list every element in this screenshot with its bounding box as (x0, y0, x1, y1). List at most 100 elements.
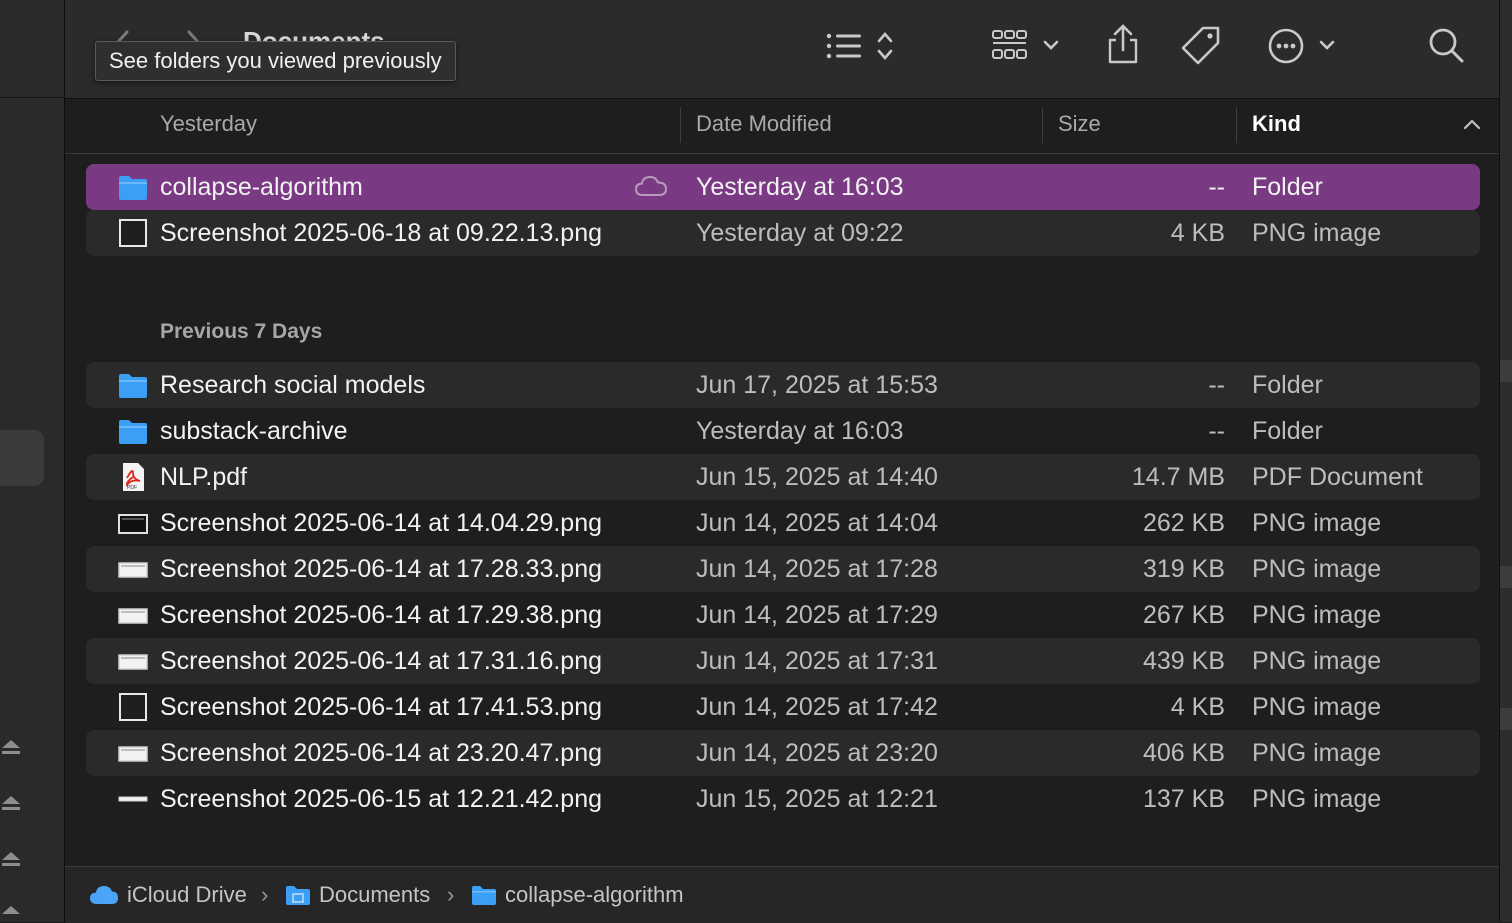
file-size: 262 KB (1142, 509, 1225, 537)
file-row[interactable]: Screenshot 2025-06-14 at 17.41.53.png Ju… (86, 684, 1480, 730)
path-item-label: collapse-algorithm (505, 882, 684, 907)
file-date: Yesterday at 16:03 (696, 417, 904, 445)
icloud-icon (90, 886, 118, 904)
finder-window: Documents (65, 0, 1499, 923)
icloud-status-icon (634, 175, 668, 196)
file-name: Screenshot 2025-06-14 at 17.29.38.png (160, 601, 603, 629)
back-tooltip: See folders you viewed previously (95, 41, 456, 81)
share-icon[interactable] (1105, 24, 1141, 66)
file-kind: PNG image (1252, 647, 1382, 675)
column-separator[interactable] (680, 107, 681, 143)
file-kind: PNG image (1252, 219, 1382, 247)
background-mark (1500, 708, 1512, 730)
list-view-icon[interactable] (825, 30, 905, 62)
file-name: Screenshot 2025-06-14 at 14.04.29.png (160, 509, 603, 537)
file-row[interactable]: PDF NLP.pdf Jun 15, 2025 at 14:40 14.7 M… (86, 454, 1480, 500)
file-row[interactable]: Screenshot 2025-06-14 at 17.29.38.png Ju… (86, 592, 1480, 638)
file-row[interactable]: Screenshot 2025-06-14 at 17.31.16.png Ju… (86, 638, 1480, 684)
file-row[interactable]: Screenshot 2025-06-14 at 14.04.29.png Ju… (86, 500, 1480, 546)
file-row[interactable]: collapse-algorithm Yesterday at 16:03 --… (86, 164, 1480, 210)
eject-icon[interactable] (0, 794, 22, 812)
file-date: Jun 14, 2025 at 17:29 (696, 601, 938, 629)
image-blank-icon (119, 219, 147, 247)
eject-icon[interactable] (0, 850, 22, 868)
file-size: 4 KB (1170, 219, 1225, 247)
file-date: Jun 14, 2025 at 17:42 (696, 693, 938, 721)
path-item-collapse-algorithm[interactable]: collapse-algorithm (471, 867, 684, 923)
file-date: Jun 17, 2025 at 15:53 (696, 371, 938, 399)
file-name: substack-archive (160, 417, 348, 445)
sidebar (0, 0, 65, 922)
column-header: Yesterday Date Modified Size Kind (65, 99, 1499, 154)
file-name: collapse-algorithm (160, 173, 363, 201)
column-date-header[interactable]: Date Modified (696, 99, 832, 153)
file-date: Jun 14, 2025 at 14:04 (696, 509, 938, 537)
column-separator[interactable] (1236, 107, 1237, 143)
sidebar-selected-item[interactable] (0, 430, 44, 486)
column-separator[interactable] (1042, 107, 1043, 143)
file-row[interactable]: Screenshot 2025-06-15 at 12.21.42.png Ju… (86, 776, 1480, 822)
eject-icon[interactable] (0, 738, 22, 756)
file-row[interactable]: Screenshot 2025-06-14 at 17.28.33.png Ju… (86, 546, 1480, 592)
more-icon[interactable] (1267, 26, 1339, 66)
file-kind: PNG image (1252, 785, 1382, 813)
file-name: Screenshot 2025-06-14 at 23.20.47.png (160, 739, 603, 767)
column-size-header[interactable]: Size (1058, 99, 1101, 153)
file-size: 406 KB (1142, 739, 1225, 767)
image-light-icon (118, 746, 148, 762)
file-date: Jun 14, 2025 at 17:31 (696, 647, 938, 675)
path-item-icloud-drive[interactable]: iCloud Drive (89, 867, 247, 923)
file-size: -- (1208, 371, 1225, 399)
file-size: 319 KB (1142, 555, 1225, 583)
file-date: Jun 14, 2025 at 17:28 (696, 555, 938, 583)
image-light-icon (118, 654, 148, 670)
file-name: NLP.pdf (160, 463, 248, 491)
image-blank-icon (119, 693, 147, 721)
search-icon[interactable] (1427, 26, 1465, 64)
file-kind: PDF Document (1252, 463, 1423, 491)
pdf-icon: PDF (123, 463, 144, 491)
eject-icon[interactable] (0, 904, 22, 922)
file-row[interactable]: Screenshot 2025-06-18 at 09.22.13.png Ye… (86, 210, 1480, 256)
file-date: Yesterday at 09:22 (696, 219, 904, 247)
file-date: Jun 14, 2025 at 23:20 (696, 739, 938, 767)
folder-icon (119, 374, 147, 398)
image-strip-icon (118, 796, 148, 802)
file-size: 4 KB (1170, 693, 1225, 721)
file-row[interactable]: Research social models Jun 17, 2025 at 1… (86, 362, 1480, 408)
file-kind: PNG image (1252, 509, 1382, 537)
background-window-edge (1499, 0, 1512, 922)
file-date: Jun 15, 2025 at 12:21 (696, 785, 938, 813)
path-item-documents[interactable]: Documents (285, 867, 430, 923)
file-kind: PNG image (1252, 693, 1382, 721)
file-date: Jun 15, 2025 at 14:40 (696, 463, 938, 491)
column-kind-header[interactable]: Kind (1252, 99, 1301, 153)
file-size: 439 KB (1142, 647, 1225, 675)
path-separator: › (261, 882, 269, 907)
svg-text:PDF: PDF (127, 485, 137, 491)
file-size: -- (1208, 417, 1225, 445)
folder-icon (119, 176, 147, 200)
file-size: 267 KB (1142, 601, 1225, 629)
sort-ascending-icon[interactable] (1463, 117, 1481, 131)
path-item-label: Documents (319, 882, 431, 907)
file-name: Screenshot 2025-06-18 at 09.22.13.png (160, 219, 603, 247)
sidebar-divider (0, 97, 64, 98)
file-row[interactable]: Screenshot 2025-06-14 at 23.20.47.png Ju… (86, 730, 1480, 776)
file-kind: PNG image (1252, 555, 1382, 583)
file-name: Screenshot 2025-06-15 at 12.21.42.png (160, 785, 603, 813)
group-icon[interactable] (991, 28, 1065, 64)
file-row[interactable]: substack-archive Yesterday at 16:03 -- F… (86, 408, 1480, 454)
folder-icon (119, 420, 147, 444)
tag-icon[interactable] (1179, 24, 1223, 68)
file-size: -- (1208, 173, 1225, 201)
file-size: 137 KB (1142, 785, 1225, 813)
file-name: Screenshot 2025-06-14 at 17.41.53.png (160, 693, 603, 721)
file-size: 14.7 MB (1131, 463, 1225, 491)
file-kind: PNG image (1252, 601, 1382, 629)
path-bar: iCloud Drive › Documents › collapse-algo… (65, 866, 1499, 923)
column-name-header[interactable]: Yesterday (160, 99, 257, 153)
image-dark-icon (118, 514, 148, 534)
background-mark (1500, 566, 1512, 588)
file-name: Research social models (160, 371, 426, 399)
